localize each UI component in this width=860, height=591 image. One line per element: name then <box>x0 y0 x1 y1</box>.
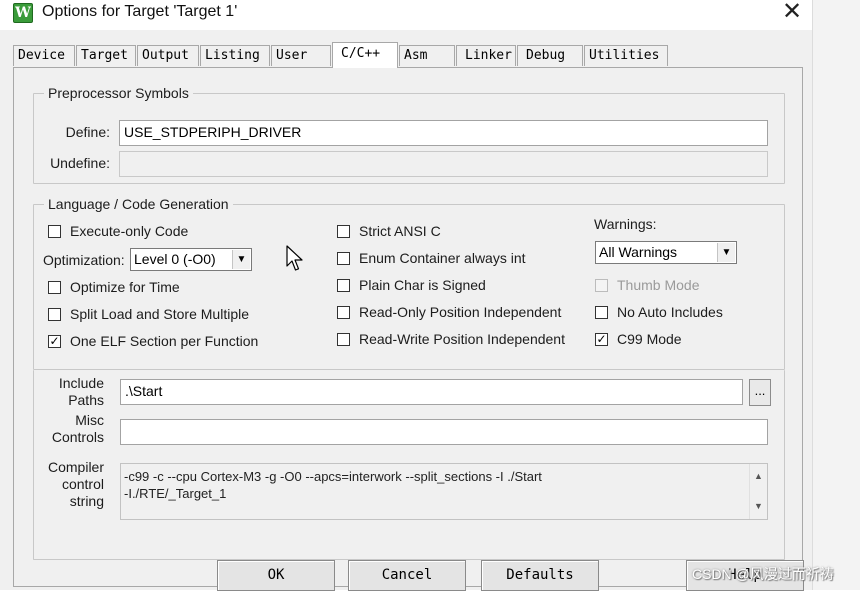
optimization-select[interactable]: Level 0 (-O0) ▼ <box>130 248 252 271</box>
paths-area: Include Paths .\Start ... Misc Controls … <box>33 370 785 560</box>
chevron-down-icon: ▼ <box>232 250 250 269</box>
include-paths-label-line2: Paths <box>68 392 104 408</box>
misc-controls-label-line2: Controls <box>51 429 104 445</box>
undefine-label: Undefine: <box>50 155 110 171</box>
ok-button[interactable]: OK <box>217 560 335 591</box>
include-paths-label-line1: Include <box>58 375 104 391</box>
compiler-control-scrollbar[interactable]: ▲ ▼ <box>749 464 767 519</box>
title-bar: W Options for Target 'Target 1' ✕ <box>0 0 812 30</box>
preprocessor-group-title: Preprocessor Symbols <box>44 85 193 101</box>
undefine-input[interactable] <box>119 151 768 177</box>
include-paths-input[interactable]: .\Start <box>120 379 743 405</box>
compiler-control-label-line1: Compiler <box>47 459 104 475</box>
codegen-group-title: Language / Code Generation <box>44 196 233 212</box>
rw-pi-label: Read-Write Position Independent <box>359 331 565 347</box>
optimization-value: Level 0 (-O0) <box>134 251 216 267</box>
tab-output[interactable]: Output <box>137 45 199 66</box>
split-load-label: Split Load and Store Multiple <box>70 306 249 322</box>
compiler-control-line-2: -I./RTE/_Target_1 <box>124 486 227 501</box>
cancel-button[interactable]: Cancel <box>348 560 466 591</box>
watermark: CSDN @风漫过而祈祷 <box>692 566 834 582</box>
tab-device[interactable]: Device <box>13 45 75 66</box>
checkbox-box <box>337 225 350 238</box>
tab-linker[interactable]: Linker <box>456 45 516 66</box>
tab-listing[interactable]: Listing <box>200 45 270 66</box>
warnings-label: Warnings: <box>594 216 657 232</box>
include-paths-browse-button[interactable]: ... <box>749 379 771 406</box>
options-dialog: Device Target Output Listing User C/C++ … <box>0 30 812 591</box>
defaults-button[interactable]: Defaults <box>481 560 599 591</box>
compiler-control-label-line3: string <box>69 493 104 509</box>
misc-controls-label-line1: Misc <box>75 412 104 428</box>
check-icon: ✓ <box>48 334 61 348</box>
misc-controls-input[interactable] <box>120 419 768 445</box>
keil-uvision-icon: W <box>13 3 33 23</box>
thumb-mode-label: Thumb Mode <box>617 277 700 293</box>
define-input[interactable]: USE_STDPERIPH_DRIVER <box>119 120 768 146</box>
tab-user[interactable]: User <box>271 45 331 66</box>
mouse-pointer-icon <box>286 245 303 271</box>
checkbox-box <box>337 306 350 319</box>
tab-c-cpp[interactable]: C/C++ <box>332 42 398 68</box>
include-paths-label: Include Paths <box>38 375 104 409</box>
warnings-value: All Warnings <box>599 244 678 260</box>
compiler-control-line-1: -c99 -c --cpu Cortex-M3 -g -O0 --apcs=in… <box>124 469 542 484</box>
c-cpp-panel: Preprocessor Symbols Define: USE_STDPERI… <box>13 67 803 587</box>
checkbox-box <box>337 333 350 346</box>
misc-controls-label: Misc Controls <box>38 412 104 446</box>
plain-char-label: Plain Char is Signed <box>359 277 486 293</box>
optimize-time-label: Optimize for Time <box>70 279 180 295</box>
ro-pi-label: Read-Only Position Independent <box>359 304 562 320</box>
optimization-label: Optimization: <box>43 252 125 268</box>
tab-utilities[interactable]: Utilities <box>584 45 668 66</box>
checkbox-box <box>337 279 350 292</box>
checkbox-box <box>48 308 61 321</box>
tab-asm[interactable]: Asm <box>399 45 455 66</box>
checkbox-box <box>595 279 608 292</box>
c99-mode-label: C99 Mode <box>617 331 682 347</box>
compiler-control-label-line2: control <box>61 476 104 492</box>
check-icon: ✓ <box>595 332 608 346</box>
no-auto-includes-label: No Auto Includes <box>617 304 723 320</box>
preprocessor-group: Preprocessor Symbols Define: USE_STDPERI… <box>33 85 785 184</box>
enum-int-label: Enum Container always int <box>359 250 526 266</box>
checkbox-box <box>595 306 608 319</box>
tab-debug[interactable]: Debug <box>517 45 583 66</box>
strict-ansi-label: Strict ANSI C <box>359 223 441 239</box>
one-elf-label: One ELF Section per Function <box>70 333 259 349</box>
checkbox-box <box>337 252 350 265</box>
compiler-control-string[interactable]: -c99 -c --cpu Cortex-M3 -g -O0 --apcs=in… <box>120 463 768 520</box>
scroll-up-icon[interactable]: ▲ <box>750 468 767 485</box>
warnings-select[interactable]: All Warnings ▼ <box>595 241 737 264</box>
tab-target[interactable]: Target <box>76 45 136 66</box>
scroll-down-icon[interactable]: ▼ <box>750 498 767 515</box>
define-label: Define: <box>65 124 110 140</box>
compiler-control-label: Compiler control string <box>38 459 104 510</box>
codegen-group: Language / Code Generation Execute-only … <box>33 196 785 370</box>
background-window-edge <box>812 0 860 590</box>
chevron-down-icon: ▼ <box>717 243 735 262</box>
checkbox-box <box>48 225 61 238</box>
window-title: Options for Target 'Target 1' <box>42 3 238 20</box>
close-button[interactable]: ✕ <box>772 0 812 26</box>
checkbox-box <box>48 281 61 294</box>
execute-only-label: Execute-only Code <box>70 223 189 239</box>
